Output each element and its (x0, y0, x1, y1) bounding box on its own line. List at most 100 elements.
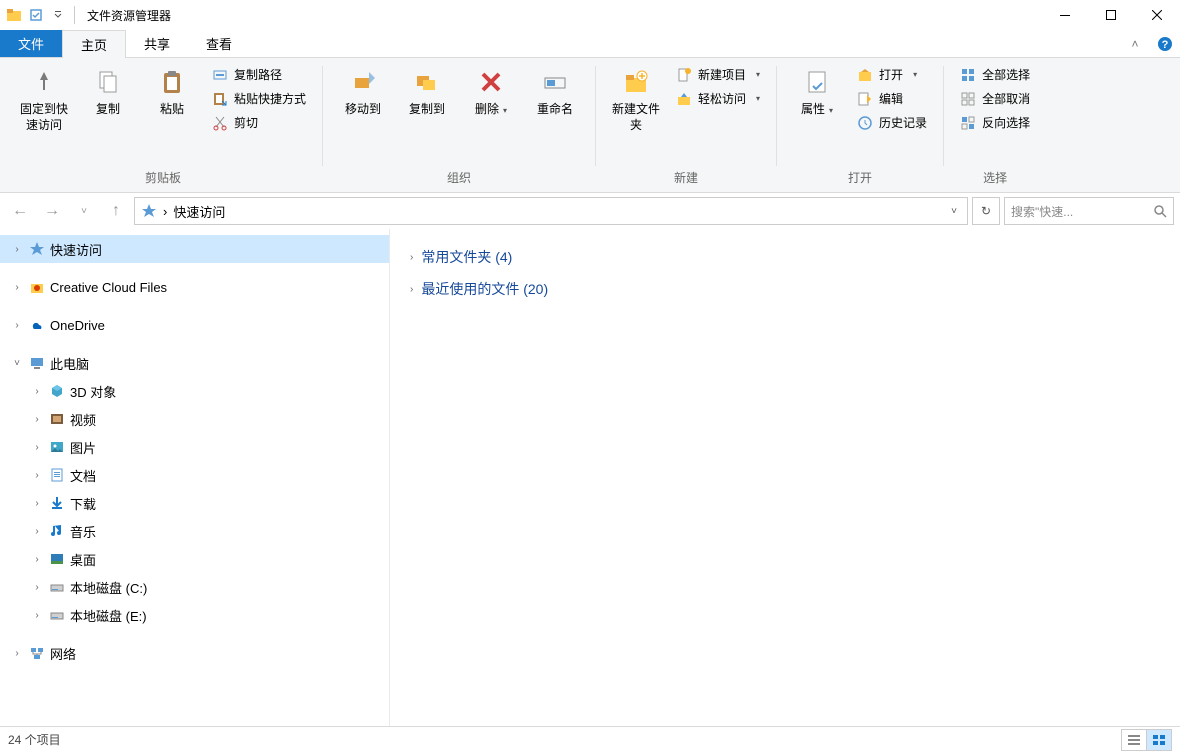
drive-icon (48, 606, 66, 624)
delete-button[interactable]: 删除 (461, 62, 521, 122)
sidebar-item-3d-objects[interactable]: › 3D 对象 (0, 377, 389, 405)
rename-button[interactable]: 重命名 (525, 62, 585, 122)
properties-icon (801, 66, 833, 98)
recent-locations-button[interactable]: ˅ (70, 197, 98, 225)
thumbnails-view-button[interactable] (1146, 729, 1172, 751)
sidebar-item-videos[interactable]: › 视频 (0, 405, 389, 433)
rename-icon (539, 66, 571, 98)
close-button[interactable] (1134, 0, 1180, 30)
open-button[interactable]: 打开 (851, 64, 933, 85)
cut-button[interactable]: 剪切 (206, 112, 312, 133)
app-icon (4, 5, 24, 25)
chevron-right-icon[interactable]: › (30, 414, 44, 425)
up-button[interactable]: ↑ (102, 197, 130, 225)
edit-icon (857, 91, 873, 107)
chevron-right-icon[interactable]: › (10, 320, 24, 331)
paste-shortcut-button[interactable]: 粘贴快捷方式 (206, 88, 312, 109)
chevron-right-icon[interactable]: › (30, 526, 44, 537)
address-bar[interactable]: › 快速访问 ˅ (134, 197, 968, 225)
chevron-right-icon[interactable]: › (30, 470, 44, 481)
search-icon (1153, 204, 1167, 218)
refresh-button[interactable]: ↻ (972, 197, 1000, 225)
qat-properties-icon[interactable] (26, 5, 46, 25)
search-box[interactable]: 搜索"快速... (1004, 197, 1174, 225)
ribbon-group-clipboard: 固定到快速访问 复制 粘贴 复制路径 粘贴快捷方式 (6, 62, 320, 192)
sidebar-item-disk-c[interactable]: › 本地磁盘 (C:) (0, 573, 389, 601)
item-count: 24 个项目 (8, 731, 61, 748)
pin-icon (28, 66, 60, 98)
chevron-right-icon[interactable]: › (30, 498, 44, 509)
navigation-pane[interactable]: › 快速访问 › Creative Cloud Files › OneDrive… (0, 229, 390, 726)
main-content[interactable]: › 常用文件夹 (4) › 最近使用的文件 (20) (390, 229, 1180, 726)
chevron-right-icon[interactable]: › (410, 252, 413, 263)
edit-button[interactable]: 编辑 (851, 88, 933, 109)
new-folder-button[interactable]: 新建文件夹 (606, 62, 666, 137)
tab-home[interactable]: 主页 (62, 30, 126, 58)
chevron-right-icon[interactable]: › (10, 244, 24, 255)
sidebar-item-disk-e[interactable]: › 本地磁盘 (E:) (0, 601, 389, 629)
sidebar-item-downloads[interactable]: › 下载 (0, 489, 389, 517)
chevron-right-icon[interactable]: › (10, 282, 24, 293)
paste-button[interactable]: 粘贴 (142, 62, 202, 122)
chevron-right-icon[interactable]: › (30, 582, 44, 593)
tab-share[interactable]: 共享 (126, 30, 188, 57)
breadcrumb-current[interactable]: 快速访问 (173, 202, 225, 221)
copy-button[interactable]: 复制 (78, 62, 138, 122)
details-view-button[interactable] (1121, 729, 1147, 751)
move-to-button[interactable]: 移动到 (333, 62, 393, 122)
section-frequent-folders[interactable]: › 常用文件夹 (4) (410, 241, 1160, 273)
chevron-right-icon[interactable]: › (10, 648, 24, 659)
sidebar-item-documents[interactable]: › 文档 (0, 461, 389, 489)
tab-file[interactable]: 文件 (0, 30, 62, 57)
copy-to-button[interactable]: 复制到 (397, 62, 457, 122)
new-item-icon (676, 67, 692, 83)
breadcrumb-separator[interactable]: › (163, 204, 167, 219)
pin-to-quick-access-button[interactable]: 固定到快速访问 (14, 62, 74, 137)
select-none-button[interactable]: 全部取消 (954, 88, 1036, 109)
minimize-button[interactable] (1042, 0, 1088, 30)
sidebar-item-this-pc[interactable]: ˅ 此电脑 (0, 349, 389, 377)
copy-path-button[interactable]: 复制路径 (206, 64, 312, 85)
ribbon-collapse-button[interactable]: ˄ (1120, 30, 1150, 57)
sidebar-item-creative-cloud[interactable]: › Creative Cloud Files (0, 273, 389, 301)
cube-icon (48, 382, 66, 400)
invert-selection-button[interactable]: 反向选择 (954, 112, 1036, 133)
copy-path-icon (212, 67, 228, 83)
chevron-right-icon[interactable]: › (30, 554, 44, 565)
section-recent-files[interactable]: › 最近使用的文件 (20) (410, 273, 1160, 305)
downloads-icon (48, 494, 66, 512)
chevron-right-icon[interactable]: › (30, 386, 44, 397)
sidebar-item-onedrive[interactable]: › OneDrive (0, 311, 389, 339)
qat-dropdown-icon[interactable] (48, 5, 68, 25)
maximize-button[interactable] (1088, 0, 1134, 30)
ribbon: 固定到快速访问 复制 粘贴 复制路径 粘贴快捷方式 (0, 58, 1180, 193)
back-button[interactable]: ← (6, 197, 34, 225)
navigation-bar: ← → ˅ ↑ › 快速访问 ˅ ↻ 搜索"快速... (0, 193, 1180, 229)
titlebar: 文件资源管理器 (0, 0, 1180, 30)
properties-button[interactable]: 属性 (787, 62, 847, 122)
new-item-button[interactable]: 新建项目 (670, 64, 766, 85)
star-icon (28, 240, 46, 258)
tab-view[interactable]: 查看 (188, 30, 250, 57)
chevron-right-icon[interactable]: › (30, 610, 44, 621)
history-button[interactable]: 历史记录 (851, 112, 933, 133)
easy-access-icon (676, 91, 692, 107)
chevron-down-icon[interactable]: ˅ (10, 358, 24, 369)
copy-icon (92, 66, 124, 98)
sidebar-item-pictures[interactable]: › 图片 (0, 433, 389, 461)
sidebar-item-desktop[interactable]: › 桌面 (0, 545, 389, 573)
address-dropdown-button[interactable]: ˅ (947, 206, 961, 217)
ribbon-group-open: 属性 打开 编辑 历史记录 打开 (779, 62, 941, 192)
sidebar-item-music[interactable]: › 音乐 (0, 517, 389, 545)
chevron-right-icon[interactable]: › (30, 442, 44, 453)
drive-icon (48, 578, 66, 596)
sidebar-item-network[interactable]: › 网络 (0, 639, 389, 667)
delete-icon (475, 66, 507, 98)
easy-access-button[interactable]: 轻松访问 (670, 88, 766, 109)
select-all-button[interactable]: 全部选择 (954, 64, 1036, 85)
sidebar-item-quick-access[interactable]: › 快速访问 (0, 235, 389, 263)
chevron-right-icon[interactable]: › (410, 284, 413, 295)
copy-to-icon (411, 66, 443, 98)
forward-button[interactable]: → (38, 197, 66, 225)
help-button[interactable]: ? (1150, 30, 1180, 57)
